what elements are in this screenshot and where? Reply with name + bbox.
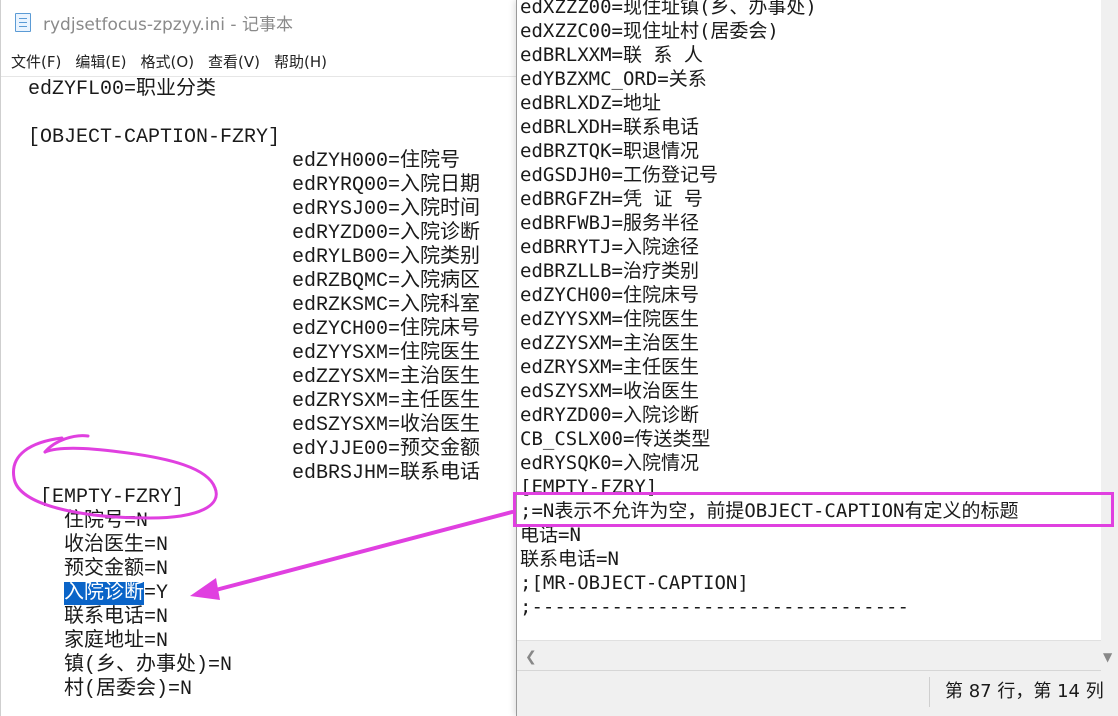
text-line: 镇(乡、办事处)=N	[64, 654, 233, 677]
text-line: edZYFL00=职业分类	[28, 78, 217, 101]
text-line: edZYH000=住院号	[292, 150, 461, 173]
text-line: edSZYSXM=收治医生	[520, 380, 699, 402]
text-line: edZYYSXM=住院医生	[292, 342, 481, 365]
text-line: 村(居委会)=N	[64, 678, 193, 701]
text-line: 联系电话=N	[520, 548, 619, 570]
text-line: 家庭地址=N	[64, 630, 169, 653]
title-bar[interactable]: rydjsetfocus-zpzyy.ini - 记事本	[1, 0, 521, 44]
text-line: edYBZXMC_ORD=关系	[520, 68, 707, 90]
text-line: edRYZD00=入院诊断	[292, 222, 481, 245]
text-line: edBRGFZH=凭 证 号	[520, 188, 703, 210]
text-line: edZYCH00=住院床号	[292, 318, 481, 341]
text-line: 联系电话=N	[64, 606, 169, 629]
text-line: 收治医生=N	[64, 534, 169, 557]
text-line: edXZZZ00=现住址镇(乡、办事处)	[520, 0, 817, 18]
status-divider	[929, 677, 930, 707]
text-editor-right[interactable]: edXZZZ00=现住址镇(乡、办事处) edXZZC00=现住址村(居委会) …	[517, 0, 1101, 640]
menu-format[interactable]: 格式(O)	[141, 51, 195, 72]
cursor-position: 第 87 行，第 14 列	[945, 681, 1104, 702]
text-line: edRYLB00=入院类别	[292, 246, 481, 269]
text-editor-left[interactable]: edZYFL00=职业分类 [OBJECT-CAPTION-FZRY] edZY…	[1, 78, 521, 716]
selected-line-suffix: =Y	[144, 582, 169, 605]
text-line: edZRYSXM=主任医生	[520, 356, 699, 378]
text-line: edBRLXDZ=地址	[520, 92, 661, 114]
text-line: edRYZD00=入院诊断	[520, 404, 699, 426]
scroll-left-icon[interactable]: ❮	[525, 649, 537, 665]
text-line: edBRFWBJ=服务半径	[520, 212, 699, 234]
text-line: edBRRYTJ=入院途径	[520, 236, 699, 258]
text-line: edSZYSXM=收治医生	[292, 414, 481, 437]
menu-divider	[1, 76, 521, 77]
selected-text: 入院诊断	[64, 582, 144, 605]
status-bar: 第 87 行，第 14 列	[517, 670, 1104, 716]
vertical-scrollbar[interactable]: ▼	[1101, 0, 1118, 716]
text-line: edRYRQ00=入院日期	[292, 174, 481, 197]
text-line: CB_CSLX00=传送类型	[520, 428, 711, 450]
text-line: [EMPTY-FZRY]	[40, 486, 185, 509]
text-line: edBRZLLB=治疗类别	[520, 260, 699, 282]
text-line: ;---------------------------------	[520, 596, 909, 618]
text-line: edBRSJHM=联系电话	[292, 462, 481, 485]
text-line: edBRZTQK=职退情况	[520, 140, 699, 162]
text-line: ;[MR-OBJECT-CAPTION]	[520, 572, 749, 594]
text-line: edZYYSXM=住院医生	[520, 308, 699, 330]
menu-help[interactable]: 帮助(H)	[274, 51, 327, 72]
menu-file[interactable]: 文件(F)	[11, 51, 61, 72]
horizontal-scrollbar[interactable]: ❮	[517, 640, 1101, 670]
text-line: edRZBQMC=入院病区	[292, 270, 481, 293]
text-line: edZRYSXM=主任医生	[292, 390, 481, 413]
text-line: edBRLXXM=联 系 人	[520, 44, 703, 66]
window-title: rydjsetfocus-zpzyy.ini - 记事本	[43, 14, 293, 35]
notepad-icon	[13, 11, 33, 33]
text-line: edBRLXDH=联系电话	[520, 116, 699, 138]
text-line: [OBJECT-CAPTION-FZRY]	[28, 126, 281, 149]
text-line-selected: 入院诊断=Y	[64, 582, 168, 606]
text-line: edRYSQK0=入院情况	[520, 452, 699, 474]
text-line: edRYSJ00=入院时间	[292, 198, 481, 221]
text-line: edZZYSXM=主治医生	[520, 332, 699, 354]
scroll-down-icon[interactable]: ▼	[1103, 650, 1112, 664]
text-line: edXZZC00=现住址村(居委会)	[520, 20, 779, 42]
text-line: edZYCH00=住院床号	[520, 284, 699, 306]
menu-edit[interactable]: 编辑(E)	[75, 51, 126, 72]
notepad-window-left: rydjsetfocus-zpzyy.ini - 记事本 文件(F) 编辑(E)…	[0, 0, 521, 716]
menu-bar: 文件(F) 编辑(E) 格式(O) 查看(V) 帮助(H)	[1, 48, 521, 74]
text-line: 住院号=N	[64, 510, 149, 533]
notepad-window-right: edXZZZ00=现住址镇(乡、办事处) edXZZC00=现住址村(居委会) …	[516, 0, 1118, 716]
annotation-highlight-box	[513, 492, 1114, 527]
menu-view[interactable]: 查看(V)	[208, 51, 260, 72]
text-line: edRZKSMC=入院科室	[292, 294, 481, 317]
text-line: edYJJE00=预交金额	[292, 438, 481, 461]
text-line: edGSDJH0=工伤登记号	[520, 164, 718, 186]
text-line: 预交金额=N	[64, 558, 169, 581]
text-line: edZZYSXM=主治医生	[292, 366, 481, 389]
